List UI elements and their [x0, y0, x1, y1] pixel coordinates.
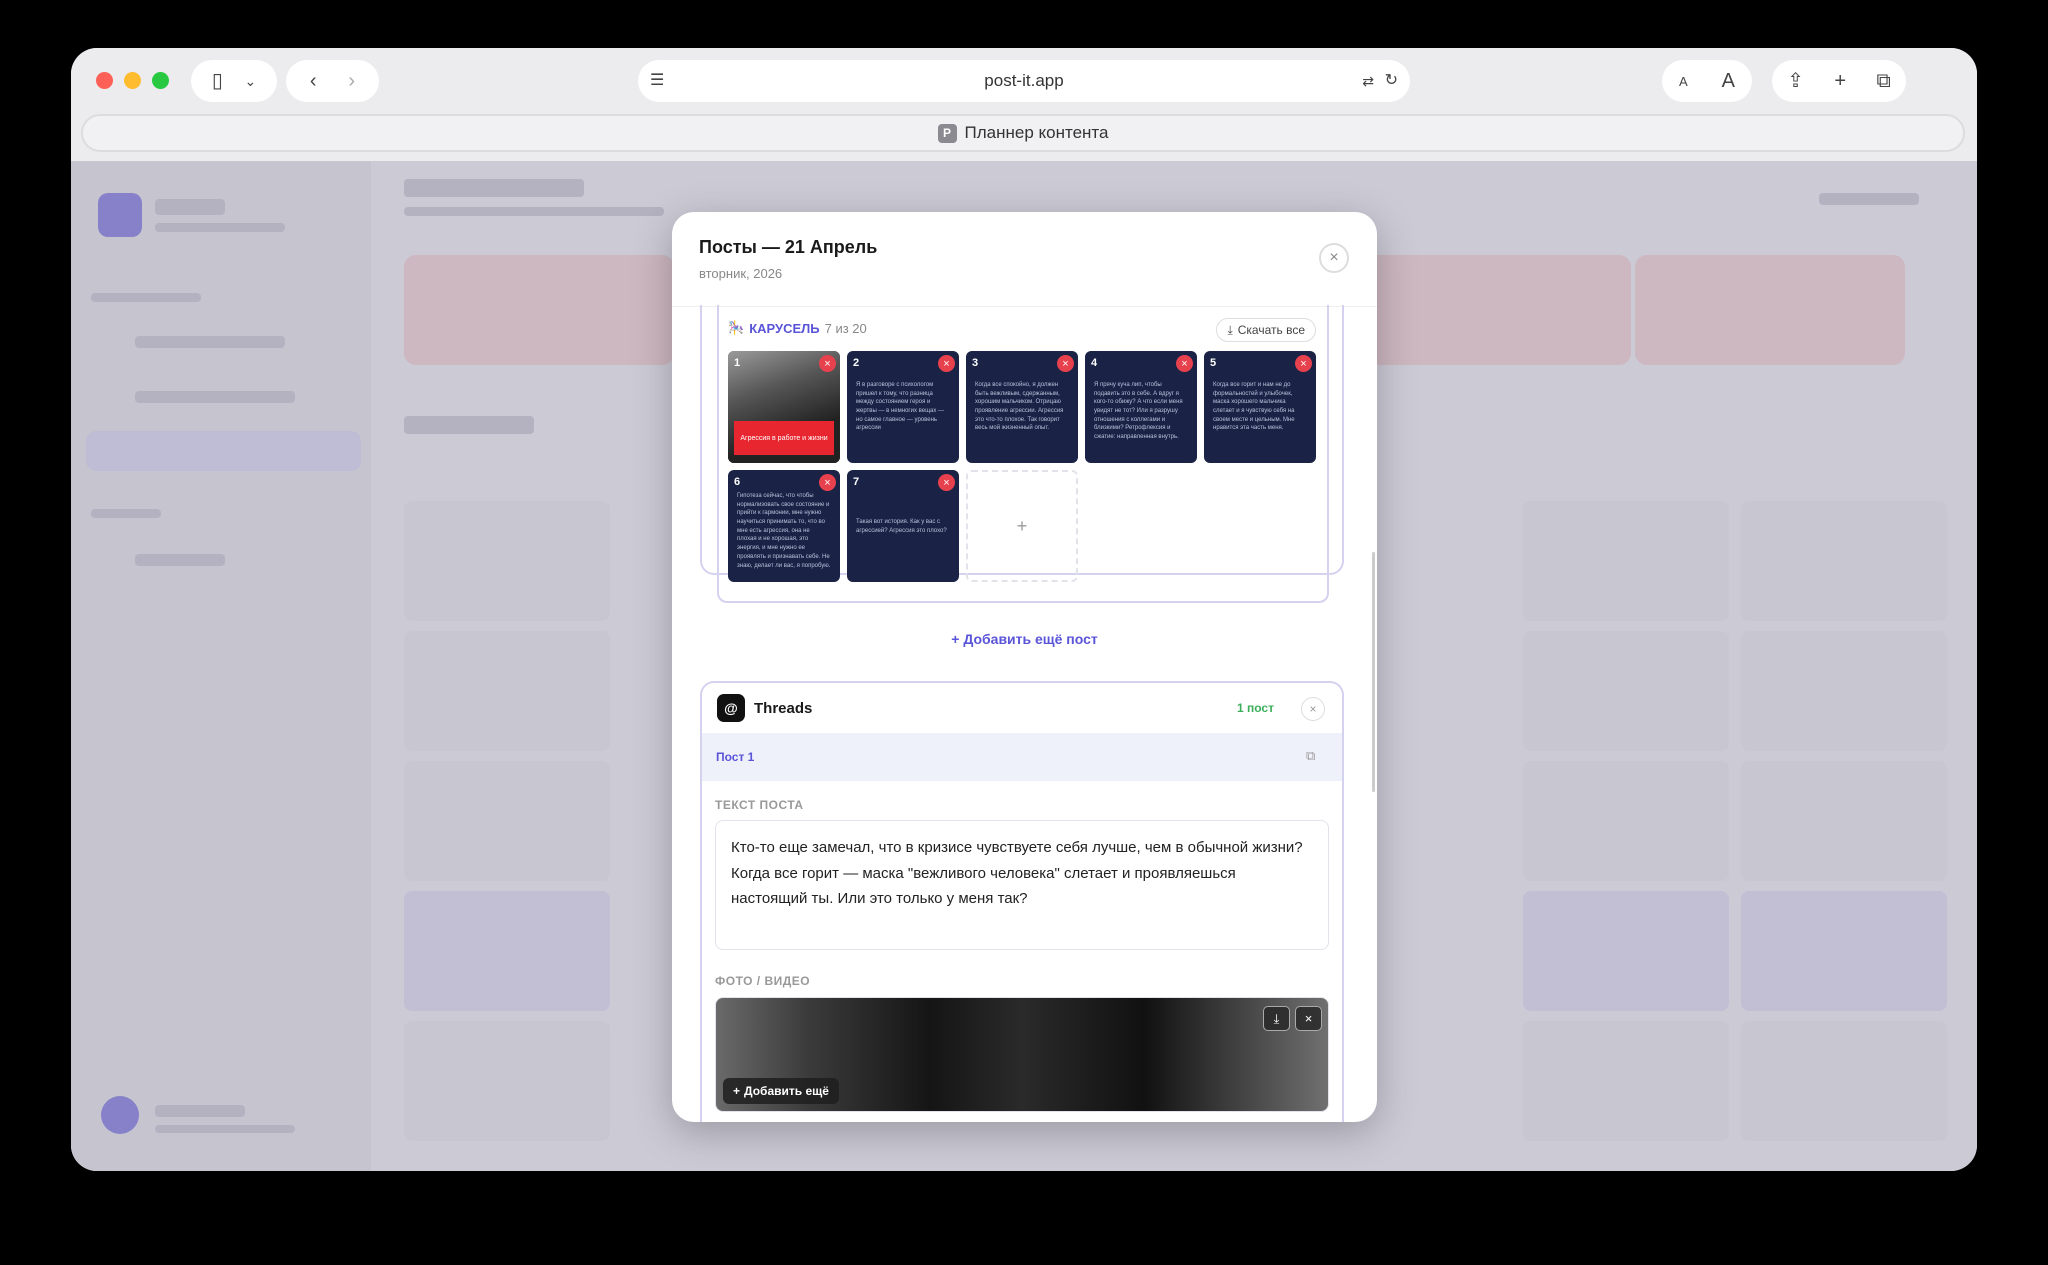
modal-title: Посты — 21 Апрель	[699, 237, 878, 257]
post-header[interactable]	[702, 733, 1342, 781]
font-smaller-icon[interactable]: A	[1679, 75, 1688, 88]
close-icon[interactable]: ×	[1319, 243, 1349, 273]
sidebar-icon: ▯	[211, 70, 223, 92]
slide-banner: Агрессия в работе и жизни	[734, 421, 834, 455]
add-more-media-button[interactable]: + Добавить ещё	[723, 1078, 839, 1104]
carousel-slide-4[interactable]: 4 × Я прячу куча лип, чтобы подавить это…	[1085, 351, 1197, 463]
media-preview: ⤓ × + Добавить ещё	[715, 997, 1329, 1112]
modal-scrollbar[interactable]	[1372, 552, 1375, 792]
carousel-count: 7 из 20	[824, 320, 867, 336]
url-text: post-it.app	[984, 71, 1064, 90]
carousel-icon: 🎠	[728, 320, 745, 335]
tab-title: Планнер контента	[964, 123, 1109, 142]
plus-icon: +	[951, 631, 960, 647]
download-all-button[interactable]: ⤓ Скачать все	[1216, 318, 1316, 342]
address-bar[interactable]: ☰ post-it.app ⇄ ↻	[638, 60, 1410, 102]
share-icon[interactable]: ⇪	[1787, 71, 1804, 91]
new-tab-icon[interactable]: +	[1834, 71, 1846, 91]
platform-name: Threads	[754, 700, 813, 717]
threads-logo-icon: @	[717, 694, 745, 722]
post-text-label: ТЕКСТ ПОСТА	[715, 798, 804, 812]
tab-overview-icon[interactable]: ⧉	[1877, 71, 1891, 91]
media-label: ФОТО / ВИДЕО	[715, 974, 811, 988]
modal-subtitle: вторник, 2026	[699, 266, 783, 281]
download-icon: ⤓	[1227, 322, 1233, 337]
remove-slide-icon[interactable]: ×	[1176, 355, 1193, 372]
post-text-input[interactable]: Кто-то еще замечал, что в кризисе чувств…	[715, 820, 1329, 950]
browser-toolbar: ▯ ⌄ ‹ › ☰ post-it.app ⇄ ↻ A A ⇪ + ⧉ P Пл…	[71, 48, 1977, 161]
forward-icon[interactable]: ›	[348, 71, 355, 91]
back-icon[interactable]: ‹	[310, 71, 317, 91]
zoom-window-button[interactable]	[152, 72, 169, 89]
add-post-button[interactable]: + Добавить ещё пост	[672, 631, 1377, 647]
reload-icon[interactable]: ↻	[1385, 73, 1398, 89]
remove-slide-icon[interactable]: ×	[938, 474, 955, 491]
remove-slide-icon[interactable]: ×	[819, 474, 836, 491]
copy-icon[interactable]: ⧉	[1306, 748, 1315, 764]
font-larger-icon[interactable]: A	[1722, 71, 1735, 91]
font-size-controls: A A	[1662, 60, 1752, 102]
plus-icon: +	[733, 1084, 741, 1098]
close-window-button[interactable]	[96, 72, 113, 89]
add-slide-button[interactable]: +	[966, 470, 1078, 582]
carousel-slide-7[interactable]: 7 × Такая вот история. Как у вас с агрес…	[847, 470, 959, 582]
active-tab[interactable]: P Планнер контента	[81, 114, 1965, 152]
download-icon[interactable]: ⤓	[1263, 1006, 1290, 1031]
remove-slide-icon[interactable]: ×	[1295, 355, 1312, 372]
browser-actions: ⇪ + ⧉	[1772, 60, 1906, 102]
carousel-label: 🎠 КАРУСЕЛЬ 7 из 20	[728, 320, 867, 336]
carousel-slide-1[interactable]: Агрессия в работе и жизни 1 ×	[728, 351, 840, 463]
carousel-slide-2[interactable]: 2 × Я в разговоре с психологом пришел к …	[847, 351, 959, 463]
modal-header: Посты — 21 Апрель вторник, 2026 ×	[672, 212, 1377, 307]
carousel-slide-5[interactable]: 5 × Когда все горит и нам не до формальн…	[1204, 351, 1316, 463]
navigation-buttons: ‹ ›	[286, 60, 379, 102]
chevron-down-icon: ⌄	[244, 73, 257, 89]
carousel-slide-6[interactable]: 6 × Гипотеза сейчас, что чтобы нормализо…	[728, 470, 840, 582]
remove-media-icon[interactable]: ×	[1295, 1006, 1322, 1031]
sidebar-toggle[interactable]: ▯ ⌄	[191, 60, 277, 102]
carousel-slide-3[interactable]: 3 × Когда все спокойно, я должен быть ве…	[966, 351, 1078, 463]
remove-platform-icon[interactable]: ×	[1301, 697, 1325, 721]
remove-slide-icon[interactable]: ×	[819, 355, 836, 372]
remove-slide-icon[interactable]: ×	[1057, 355, 1074, 372]
minimize-window-button[interactable]	[124, 72, 141, 89]
translate-icon[interactable]: ⇄	[1362, 74, 1374, 88]
post-count-badge: 1 пост	[1237, 701, 1274, 715]
post-label: Пост 1	[716, 750, 755, 764]
posts-modal: Посты — 21 Апрель вторник, 2026 × 🎠 КАРУ…	[672, 212, 1377, 1122]
favicon-icon: P	[937, 123, 957, 143]
remove-slide-icon[interactable]: ×	[938, 355, 955, 372]
